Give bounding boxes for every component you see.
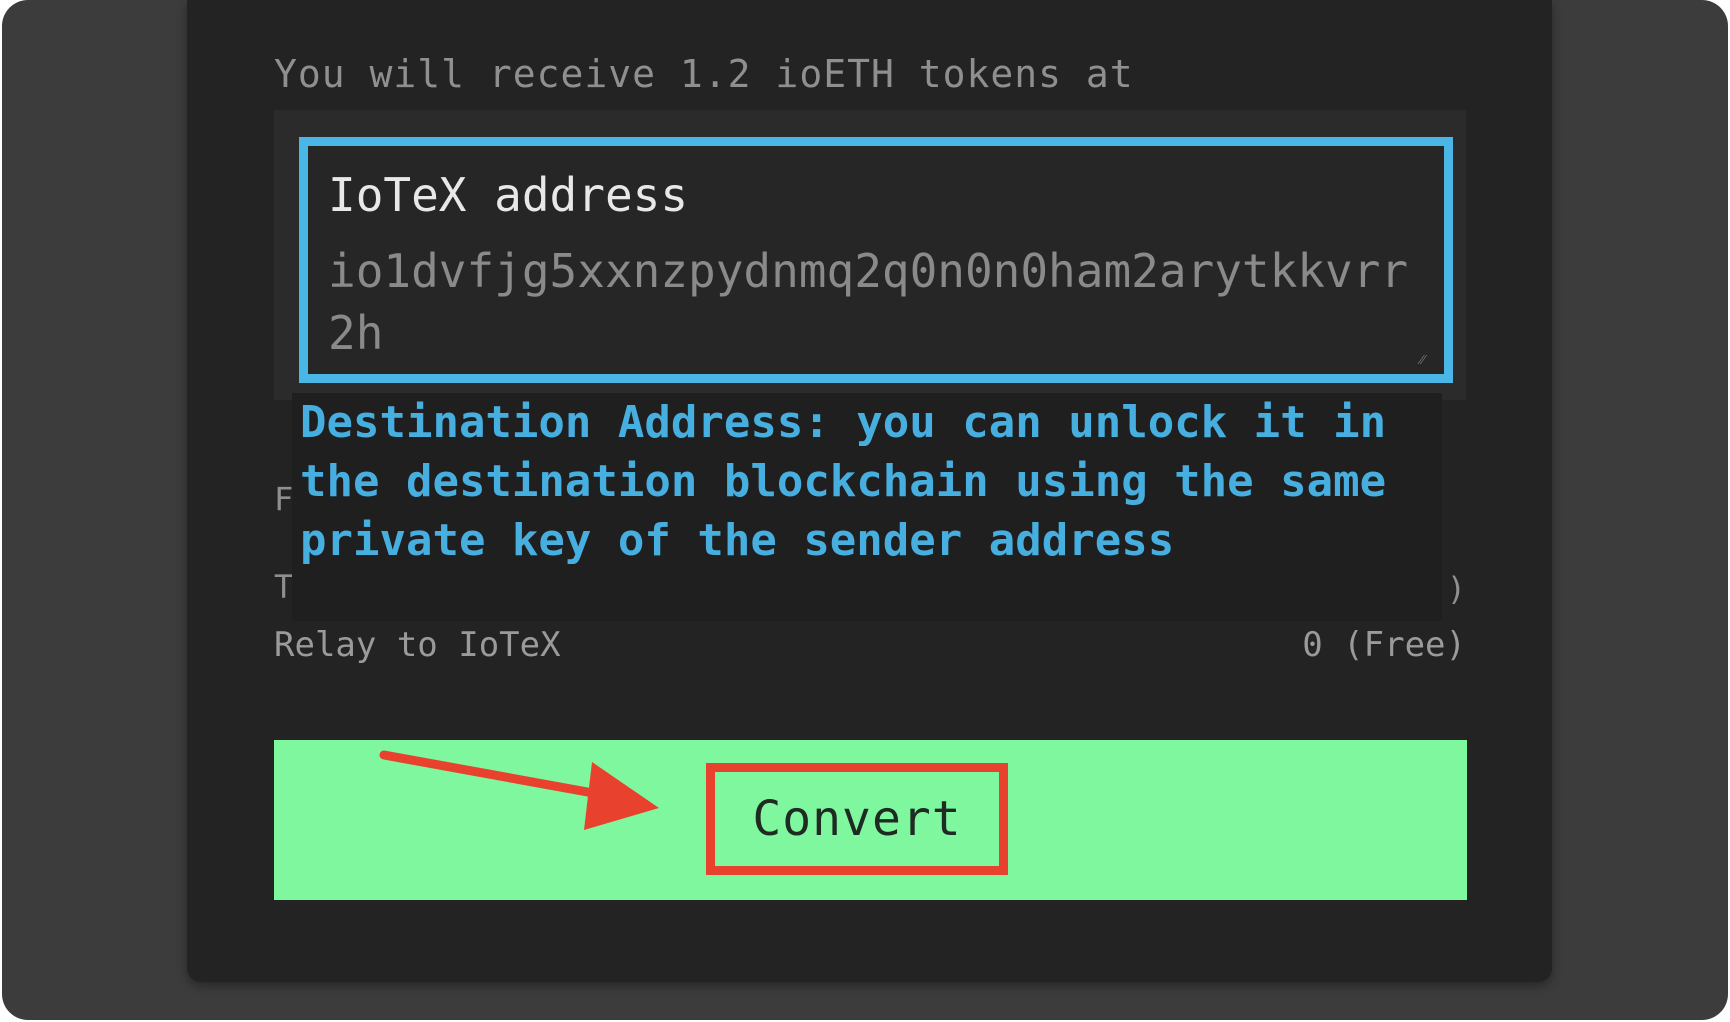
address-field-value[interactable]: io1dvfjg5xxnzpydnmq2q0n0n0ham2arytkkvrr2… xyxy=(328,240,1428,364)
destination-address-tooltip: Destination Address: you can unlock it i… xyxy=(292,393,1442,621)
relay-fee-row: Relay to IoTeX 0 (Free) xyxy=(274,625,1466,669)
obscured-row-label: F xyxy=(274,480,294,518)
tooltip-text: Destination Address: you can unlock it i… xyxy=(300,397,1387,566)
relay-fee-value: 0 (Free) xyxy=(1302,625,1466,665)
convert-bar[interactable]: Convert xyxy=(274,740,1467,900)
relay-fee-label: Relay to IoTeX xyxy=(274,625,561,665)
iotex-address-input[interactable]: IoTeX address io1dvfjg5xxnzpydnmq2q0n0n0… xyxy=(299,137,1453,383)
address-field-label: IoTeX address xyxy=(328,168,689,222)
screenshot-frame: You will receive 1.2 ioETH tokens at IoT… xyxy=(2,0,1728,1020)
receive-summary: You will receive 1.2 ioETH tokens at xyxy=(274,52,1134,96)
resize-handle-icon[interactable]: ⁄⁄ xyxy=(1420,352,1436,368)
obscured-row-value: ) xyxy=(1446,570,1466,608)
convert-button[interactable]: Convert xyxy=(706,763,1008,875)
bridge-panel: You will receive 1.2 ioETH tokens at IoT… xyxy=(187,0,1552,982)
obscured-row-label: T xyxy=(274,568,294,606)
